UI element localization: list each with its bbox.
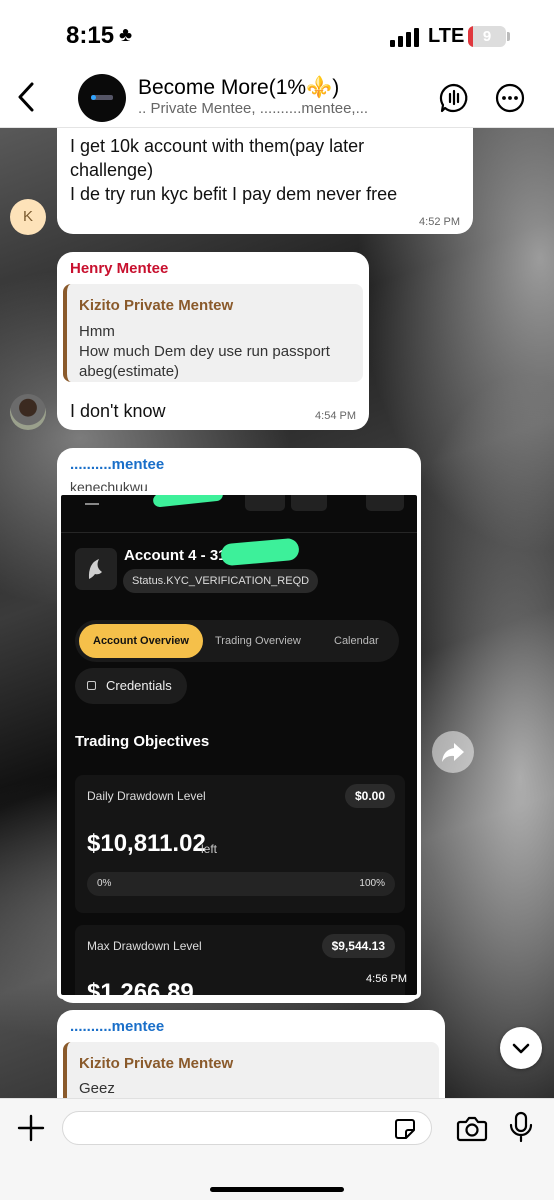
- message-composer: [0, 1098, 554, 1200]
- forward-icon: [442, 743, 464, 762]
- message-bubble[interactable]: Henry Mentee Kizito Private Mentew Hmm H…: [57, 252, 369, 430]
- camera-icon[interactable]: [456, 1113, 488, 1143]
- daily-drawdown-card: Daily Drawdown Level $0.00 $10,811.02 le…: [75, 775, 405, 913]
- sticker-icon[interactable]: [393, 1117, 417, 1141]
- daily-progress-track: 0% 100%: [87, 872, 395, 896]
- tab-calendar: Calendar: [334, 635, 379, 647]
- sender-name[interactable]: Henry Mentee: [70, 260, 168, 277]
- battery-level: 9: [482, 28, 492, 45]
- quoted-line: How much Dem dey use run passport: [79, 343, 330, 360]
- microphone-icon[interactable]: [508, 1111, 534, 1143]
- max-amount: $1,266.89: [87, 979, 194, 999]
- status-time: 8:15: [66, 22, 115, 49]
- quoted-sender: Kizito Private Mentew: [79, 1055, 234, 1072]
- group-avatar[interactable]: [78, 74, 126, 122]
- plus-icon[interactable]: [16, 1113, 46, 1143]
- group-members[interactable]: .. Private Mentee, ..........mentee,...: [138, 100, 368, 117]
- credentials-label: Credentials: [106, 678, 172, 693]
- quoted-line: Hmm: [79, 323, 115, 340]
- max-drawdown-badge: $9,544.13: [321, 934, 395, 958]
- message-line: challenge): [70, 160, 154, 180]
- tab-account-overview: Account Overview: [93, 635, 189, 647]
- home-indicator: [210, 1187, 344, 1192]
- screenshot-tabs: Account Overview Trading Overview Calend…: [75, 620, 399, 662]
- quoted-sender: Kizito Private Mentew: [79, 297, 234, 314]
- shared-screenshot[interactable]: Account 4 - 3145 Status.KYC_VERIFICATION…: [57, 491, 421, 999]
- message-line: I get 10k account with them(pay later: [70, 136, 365, 156]
- more-options-icon[interactable]: [494, 82, 526, 114]
- chevron-down-icon: [512, 1043, 530, 1054]
- message-time: 4:54 PM: [315, 410, 356, 422]
- quoted-message[interactable]: Kizito Private Mentew Geez: [63, 1042, 439, 1098]
- max-drawdown-card: Max Drawdown Level $9,544.13 $1,266.89: [75, 925, 405, 999]
- credentials-pill: Credentials: [75, 668, 187, 704]
- network-type: LTE: [428, 25, 465, 47]
- focus-mode-icon: ♣: [119, 24, 133, 46]
- message-bubble[interactable]: ..........mentee Kizito Private Mentew G…: [57, 1010, 445, 1098]
- screenshot-topbar: [61, 495, 417, 533]
- message-text: I don't know: [70, 401, 166, 421]
- battery-icon: 9: [468, 26, 506, 47]
- sender-name[interactable]: ..........mentee: [70, 1018, 164, 1035]
- daily-amount: $10,811.02: [87, 830, 206, 857]
- message-line: I de try run kyc befit I pay dem never f…: [70, 184, 398, 204]
- kyc-status-badge: Status.KYC_VERIFICATION_REQD: [123, 569, 319, 593]
- message-bubble[interactable]: I get 10k account with them(pay later ch…: [57, 128, 473, 234]
- tab-trading-overview: Trading Overview: [215, 635, 301, 647]
- signal-icon: [390, 27, 420, 47]
- message-time: 4:52 PM: [419, 216, 460, 228]
- chat-header: Become More(1%⚜️) .. Private Mentee, ...…: [0, 66, 554, 128]
- progress-max: 100%: [359, 878, 385, 889]
- quoted-line: abeg(estimate): [79, 363, 180, 380]
- quoted-line: Geez: [79, 1080, 115, 1097]
- sender-avatar[interactable]: [10, 394, 46, 430]
- message-time: 4:56 PM: [366, 973, 407, 985]
- voice-chat-icon[interactable]: [438, 82, 470, 114]
- scroll-down-button[interactable]: [500, 1027, 542, 1069]
- redaction-mark: [220, 537, 300, 567]
- progress-min: 0%: [97, 878, 112, 889]
- back-arrow-icon[interactable]: [12, 80, 42, 114]
- daily-drawdown-badge: $0.00: [344, 784, 395, 808]
- sender-avatar[interactable]: K: [10, 199, 46, 235]
- forward-button[interactable]: [432, 731, 474, 773]
- group-title[interactable]: Become More(1%⚜️): [138, 76, 339, 100]
- message-input[interactable]: [62, 1111, 432, 1145]
- account-logo: [75, 548, 117, 590]
- copy-icon: [87, 681, 96, 690]
- status-bar: 8:15 ♣ LTE 9: [0, 0, 554, 66]
- trading-objectives-title: Trading Objectives: [75, 733, 210, 750]
- max-drawdown-label: Max Drawdown Level: [87, 939, 202, 953]
- chat-area[interactable]: I get 10k account with them(pay later ch…: [0, 128, 554, 1098]
- daily-drawdown-label: Daily Drawdown Level: [87, 789, 206, 803]
- daily-amount-suffix: left: [201, 842, 218, 856]
- quoted-message[interactable]: Kizito Private Mentew Hmm How much Dem d…: [63, 284, 363, 382]
- sender-name[interactable]: ..........mentee: [70, 456, 164, 473]
